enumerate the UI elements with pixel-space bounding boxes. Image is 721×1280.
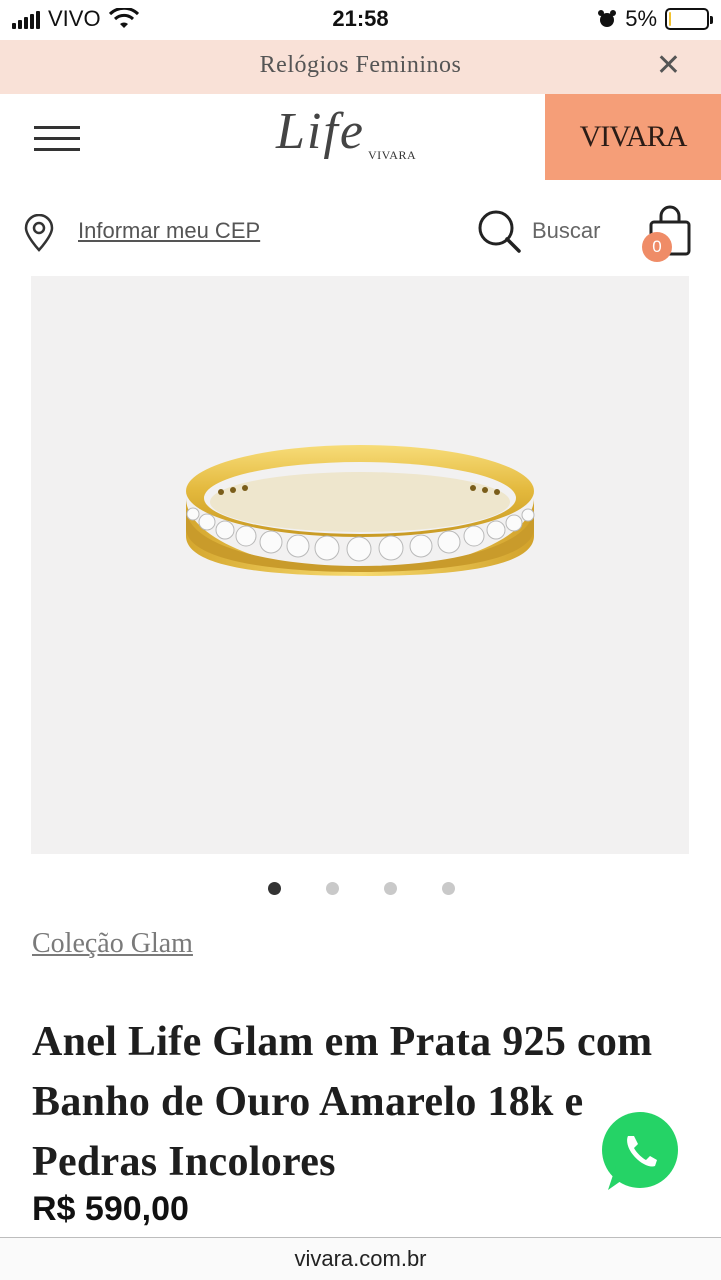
search-label[interactable]: Buscar (532, 218, 600, 244)
collection-link[interactable]: Coleção Glam (32, 928, 193, 960)
promo-bar: Relógios Femininos ✕ (0, 40, 721, 94)
location-pin-icon[interactable] (22, 214, 56, 252)
hamburger-menu-icon[interactable] (34, 124, 80, 152)
logo-sub: VIVARA (368, 148, 417, 162)
utility-row: Informar meu CEP Buscar (0, 200, 721, 262)
product-price: R$ 590,00 (32, 1190, 189, 1228)
life-logo[interactable]: Life VIVARA (276, 102, 432, 172)
battery-level (669, 12, 671, 26)
browser-url-bar[interactable]: vivara.com.br (0, 1237, 721, 1280)
vivara-button[interactable]: VIVARA (545, 94, 721, 180)
whatsapp-icon[interactable] (598, 1110, 682, 1194)
battery-icon (665, 8, 713, 30)
inform-cep-link[interactable]: Informar meu CEP (78, 218, 260, 244)
carousel-dot[interactable] (268, 882, 281, 895)
battery-percent: 5% (625, 6, 657, 31)
status-bar: VIVO 21:58 5% (0, 0, 721, 40)
search-icon[interactable] (476, 208, 522, 254)
cart-count-badge[interactable]: 0 (642, 232, 672, 262)
url-text: vivara.com.br (294, 1246, 427, 1271)
product-image[interactable] (31, 276, 689, 854)
status-right: 5% (597, 6, 713, 32)
carousel-dot[interactable] (384, 882, 397, 895)
carousel-dot[interactable] (442, 882, 455, 895)
logo-main: Life (276, 103, 365, 160)
site-header: Life VIVARA VIVARA (0, 94, 721, 180)
close-icon[interactable]: ✕ (656, 51, 681, 81)
promo-text[interactable]: Relógios Femininos (0, 52, 721, 79)
carousel-dots (0, 880, 721, 898)
carousel-dot[interactable] (326, 882, 339, 895)
ring-image (186, 445, 535, 576)
product-title: Anel Life Glam em Prata 925 com Banho de… (32, 1019, 653, 1185)
alarm-icon (598, 10, 617, 27)
